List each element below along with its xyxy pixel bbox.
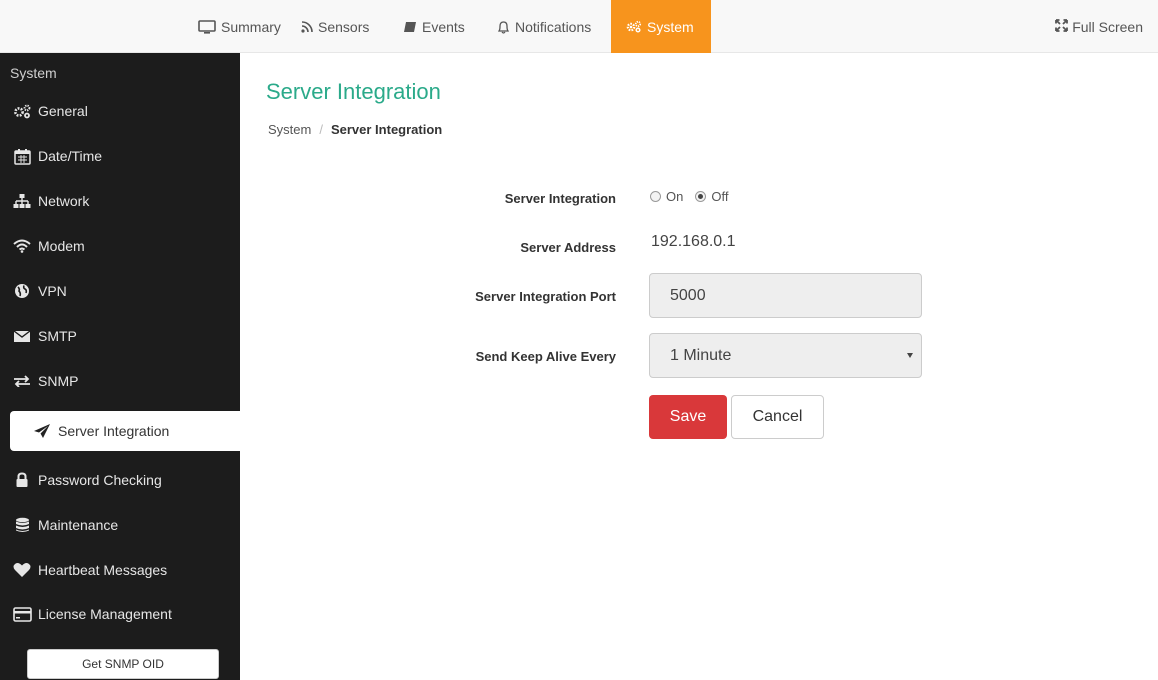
- sidebar-item-datetime[interactable]: Date/Time: [0, 136, 240, 176]
- tab-label: Events: [422, 18, 465, 35]
- tab-events[interactable]: Events: [388, 0, 480, 53]
- fullscreen-button[interactable]: Full Screen: [1055, 0, 1143, 53]
- sidebar-item-label: Password Checking: [38, 472, 162, 488]
- server-address-label: Server Address: [520, 240, 616, 255]
- radio-off[interactable]: [695, 191, 707, 202]
- sidebar-item-label: SMTP: [38, 328, 77, 344]
- exchange-icon: [12, 371, 32, 391]
- book-icon: [403, 21, 417, 33]
- tab-label: Sensors: [318, 18, 370, 35]
- sidebar: System General Date/Time Network Modem V…: [0, 53, 240, 680]
- sidebar-item-snmp[interactable]: SNMP: [0, 361, 240, 401]
- tab-sensors[interactable]: Sensors: [286, 0, 384, 53]
- sidebar-item-label: General: [38, 103, 88, 119]
- server-address-value: 192.168.0.1: [651, 233, 736, 250]
- server-integration-radio-group: On Off: [650, 189, 728, 204]
- bell-icon: [497, 20, 510, 34]
- sidebar-item-label: SNMP: [38, 373, 79, 389]
- lock-icon: [12, 470, 32, 490]
- tab-label: Notifications: [515, 18, 592, 35]
- sidebar-item-label: Network: [38, 193, 90, 209]
- sidebar-item-label: Heartbeat Messages: [38, 562, 168, 578]
- radio-on-label: On: [666, 189, 684, 204]
- sidebar-item-label: Modem: [38, 238, 85, 254]
- sidebar-item-license-management[interactable]: License Management: [0, 594, 240, 634]
- tab-notifications[interactable]: Notifications: [482, 0, 606, 53]
- get-snmp-oid-button[interactable]: Get SNMP OID: [27, 649, 219, 679]
- sidebar-item-label: Maintenance: [38, 517, 119, 533]
- radio-selected-dot: [698, 194, 704, 199]
- tab-label: System: [647, 18, 694, 35]
- credit-card-icon: [12, 604, 32, 624]
- sidebar-item-label: Date/Time: [38, 148, 103, 164]
- sidebar-item-password-checking[interactable]: Password Checking: [0, 460, 240, 500]
- envelope-icon: [12, 326, 32, 346]
- calendar-icon: [12, 146, 32, 166]
- tab-system[interactable]: System: [611, 0, 711, 53]
- sidebar-item-label: Server Integration: [58, 423, 170, 439]
- rss-icon: [301, 20, 313, 33]
- gears-icon: [12, 101, 32, 121]
- keep-alive-selected-value: 1 Minute: [670, 346, 732, 364]
- page-title: Server Integration: [266, 79, 441, 104]
- sidebar-title: System: [10, 65, 57, 81]
- breadcrumb: System / Server Integration: [268, 122, 442, 137]
- top-navbar: Summary Sensors Events Notifications Sys…: [0, 0, 1158, 53]
- sidebar-item-vpn[interactable]: VPN: [0, 271, 240, 311]
- sidebar-item-general[interactable]: General: [0, 91, 240, 131]
- sidebar-item-smtp[interactable]: SMTP: [0, 316, 240, 356]
- sidebar-item-server-integration[interactable]: Server Integration: [10, 411, 240, 451]
- radio-off-label: Off: [711, 189, 729, 204]
- monitor-icon: [198, 19, 216, 34]
- caret-down-icon: [907, 353, 913, 358]
- expand-icon: [1055, 18, 1069, 35]
- sidebar-item-modem[interactable]: Modem: [0, 226, 240, 266]
- sidebar-item-network[interactable]: Network: [0, 181, 240, 221]
- fullscreen-label: Full Screen: [1072, 18, 1143, 35]
- sidebar-item-heartbeat-messages[interactable]: Heartbeat Messages: [0, 550, 240, 590]
- sidebar-item-label: License Management: [38, 606, 172, 622]
- save-button[interactable]: Save: [649, 395, 727, 439]
- cancel-button[interactable]: Cancel: [731, 395, 824, 439]
- server-integration-port-input[interactable]: 5000: [649, 273, 922, 318]
- breadcrumb-current: Server Integration: [330, 122, 443, 137]
- sitemap-icon: [12, 191, 32, 211]
- keep-alive-label: Send Keep Alive Every: [475, 349, 616, 364]
- gears-icon: [626, 20, 642, 33]
- breadcrumb-parent[interactable]: System: [268, 122, 311, 137]
- keep-alive-select[interactable]: 1 Minute: [649, 333, 922, 378]
- sidebar-item-maintenance[interactable]: Maintenance: [0, 505, 240, 545]
- heart-icon: [12, 560, 32, 580]
- radio-on[interactable]: [650, 191, 661, 202]
- globe-icon: [12, 281, 32, 301]
- sidebar-item-label: VPN: [38, 283, 67, 299]
- breadcrumb-separator: /: [319, 122, 323, 137]
- wifi-icon: [12, 236, 32, 256]
- paper-plane-icon: [32, 421, 52, 441]
- server-integration-label: Server Integration: [504, 191, 616, 206]
- tab-label: Summary: [221, 18, 281, 35]
- tab-summary[interactable]: Summary: [183, 0, 296, 53]
- server-integration-port-label: Server Integration Port: [475, 289, 616, 304]
- database-icon: [12, 515, 32, 535]
